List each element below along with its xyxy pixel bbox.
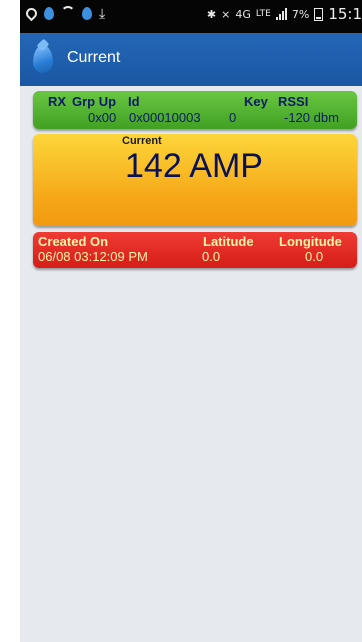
current-value: 142 AMP: [125, 147, 263, 185]
value-key: 0: [229, 110, 237, 125]
phone-screen: ⤓ ✱ ⨯ 4G LTE 7% 15:1 Current RX Grp Up I…: [20, 0, 362, 642]
value-latitude: 0.0: [202, 249, 221, 264]
app-bar: Current: [20, 33, 362, 86]
status-bar-notifications: ⤓: [23, 5, 106, 22]
header-id: Id: [128, 94, 140, 109]
value-id: 0x00010003: [129, 110, 201, 125]
app-drop-icon-2: [82, 6, 92, 20]
battery-icon: [314, 7, 324, 21]
header-key: Key: [244, 94, 268, 109]
signal-strength-icon: [275, 8, 287, 20]
battery-percent: 7%: [291, 7, 310, 21]
bluetooth-icon: ✱: [206, 7, 217, 21]
status-bar: ⤓ ✱ ⨯ 4G LTE 7% 15:1: [20, 0, 362, 33]
value-longitude: 0.0: [305, 249, 324, 264]
header-grp-up: Grp Up: [72, 94, 117, 109]
network-type: 4G: [235, 7, 251, 21]
device-info-card[interactable]: RX Grp Up Id Key RSSI 0x00 0x00010003 0 …: [33, 91, 357, 129]
header-created-on: Created On: [38, 234, 109, 249]
clock: 15:1: [328, 5, 362, 23]
header-latitude: Latitude: [203, 234, 254, 249]
current-label: Current: [122, 135, 162, 147]
header-longitude: Longitude: [279, 234, 342, 249]
value-grp-up: 0x00: [88, 110, 117, 125]
location-pin-icon: [23, 5, 40, 22]
current-card[interactable]: Current 142 AMP: [33, 134, 357, 226]
download-icon: ⤓: [99, 5, 106, 21]
page-title: Current: [67, 49, 121, 66]
status-bar-system: ✱ ⨯ 4G LTE 7% 15:1: [207, 5, 362, 23]
header-rx: RX: [48, 94, 67, 109]
wifi-icon: [61, 6, 75, 20]
location-card[interactable]: Created On Latitude Longitude 06/08 03:1…: [33, 232, 357, 268]
header-rssi: RSSI: [278, 94, 309, 109]
lte-label: LTE: [255, 9, 271, 19]
mute-icon: ⨯: [221, 7, 231, 21]
value-created-on: 06/08 03:12:09 PM: [38, 249, 148, 264]
app-drop-icon: [44, 6, 54, 20]
value-rssi: -120 dbm: [284, 110, 339, 125]
app-logo-icon[interactable]: [33, 45, 53, 73]
